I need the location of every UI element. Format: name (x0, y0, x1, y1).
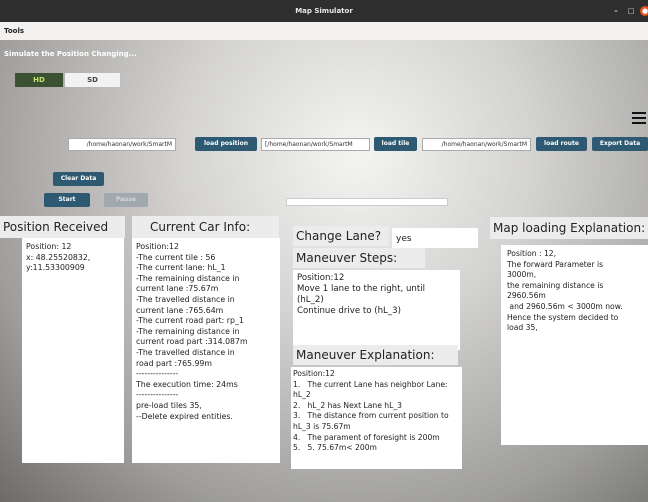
car-info-line: --------------- (136, 390, 179, 400)
map-loading-line: 3000m, (507, 270, 537, 280)
map-loading-title: Map loading Explanation: (490, 217, 648, 239)
hamburger-menu-icon[interactable] (632, 112, 646, 127)
map-loading-line: 2960.56m (507, 291, 546, 301)
tab-sd[interactable]: SD (65, 73, 120, 87)
car-info-line: -The remaining distance in (136, 326, 240, 336)
maneuver-explanation-line: 4. The parament of foresight is 200m (293, 432, 440, 442)
maneuver-steps-title: Maneuver Steps: (293, 248, 425, 268)
minimize-icon[interactable]: – (611, 6, 621, 16)
car-info-line: current road part :314.087m (136, 337, 248, 347)
maneuver-explanation-line: 2. hL_2 has Next Lane hL_3 (293, 400, 402, 410)
position-line: Position: 12 (26, 242, 72, 251)
progress-bar (286, 198, 448, 206)
map-loading-line: and 2960.56m < 3000m now. (507, 301, 623, 311)
pause-button[interactable]: Pause (104, 193, 148, 207)
map-loading-line: Position : 12, (507, 249, 557, 258)
car-info-line: current lane :765.64m (136, 305, 224, 315)
position-received-panel: Position: 12 x: 48.25520832, y:11.533009… (22, 238, 124, 463)
maneuver-step-line: Move 1 lane to the right, until (hL_2) (297, 284, 431, 305)
maneuver-explanation-line: Position:12 (293, 369, 335, 378)
x-coordinate-line: x: 48.25520832, (26, 252, 91, 262)
start-button[interactable]: Start (44, 193, 90, 207)
tile-path-input[interactable]: [/home/haonan/work/SmartM (261, 138, 370, 151)
maneuver-explanation-line: hL_2 (293, 390, 311, 400)
load-position-button[interactable]: load position (195, 137, 257, 151)
car-info-line: -The travelled distance in (136, 347, 235, 357)
car-info-line: -The remaining distance in (136, 273, 240, 283)
main-canvas: Simulate the Position Changing... HD SD … (0, 40, 648, 502)
window-title: Map Simulator (295, 7, 353, 15)
simulate-heading: Simulate the Position Changing... (4, 50, 137, 58)
position-received-title: Position Received (0, 216, 125, 238)
maneuver-explanation-line: hL_3 is 75.67m (293, 421, 351, 431)
menu-bar: Tools (0, 22, 648, 40)
change-lane-value: yes (392, 228, 478, 248)
car-info-line: pre-load tiles 35, (136, 400, 202, 410)
car-info-line: -The current lane: hL_1 (136, 263, 226, 273)
export-data-button[interactable]: Export Data (592, 137, 648, 151)
map-loading-line: load 35, (507, 323, 538, 333)
load-tile-button[interactable]: load tile (374, 137, 417, 151)
close-icon[interactable]: ● (640, 6, 648, 16)
car-info-line: road part :765.99m (136, 358, 212, 368)
car-info-panel: Position:12 -The current tile : 56 -The … (132, 238, 280, 463)
load-route-button[interactable]: load route (536, 137, 587, 151)
car-info-line: The execution time: 24ms (136, 379, 238, 389)
y-coordinate-line: y:11.53300909 (26, 263, 85, 273)
map-loading-line: The forward Parameter is (507, 259, 604, 269)
car-info-line: --------------- (136, 369, 179, 379)
maneuver-explanation-title: Maneuver Explanation: (293, 345, 458, 365)
maximize-icon[interactable]: □ (626, 6, 636, 16)
car-info-line: --Delete expired entities. (136, 411, 233, 421)
title-bar: Map Simulator – □ ● (0, 0, 648, 22)
car-info-line: current lane :75.67m (136, 284, 219, 294)
maneuver-explanation-panel: Position:12 1. The current Lane has neig… (291, 367, 462, 469)
maneuver-explanation-line: 5. 5. 75.67m< 200m (293, 443, 377, 453)
tab-hd[interactable]: HD (15, 73, 63, 87)
position-path-input[interactable]: /home/haonan/work/SmartM (68, 138, 176, 151)
maneuver-step-line: Position:12 (297, 273, 345, 283)
car-info-line: -The current road part: rp_1 (136, 316, 244, 326)
clear-data-button[interactable]: Clear Data (53, 172, 104, 186)
map-loading-line: Hence the system decided to (507, 312, 619, 322)
change-lane-label: Change Lane? (293, 226, 389, 246)
menu-tools[interactable]: Tools (4, 27, 24, 35)
maneuver-explanation-line: 1. The current Lane has neighbor Lane: (293, 379, 448, 389)
route-path-input[interactable]: /home/haonan/work/SmartM (422, 138, 531, 151)
map-loading-panel: Position : 12, The forward Parameter is … (501, 245, 648, 445)
maneuver-step-line: Continue drive to (hL_3) (297, 306, 401, 316)
maneuver-steps-panel: Position:12 Move 1 lane to the right, un… (293, 270, 460, 350)
maneuver-explanation-line: 3. The distance from current position to (293, 411, 449, 421)
car-info-line: -The travelled distance in (136, 294, 235, 304)
map-loading-line: the remaining distance is (507, 280, 604, 290)
car-info-line: Position:12 (136, 242, 179, 251)
car-info-title: Current Car Info: (132, 216, 279, 238)
car-info-line: -The current tile : 56 (136, 252, 216, 262)
